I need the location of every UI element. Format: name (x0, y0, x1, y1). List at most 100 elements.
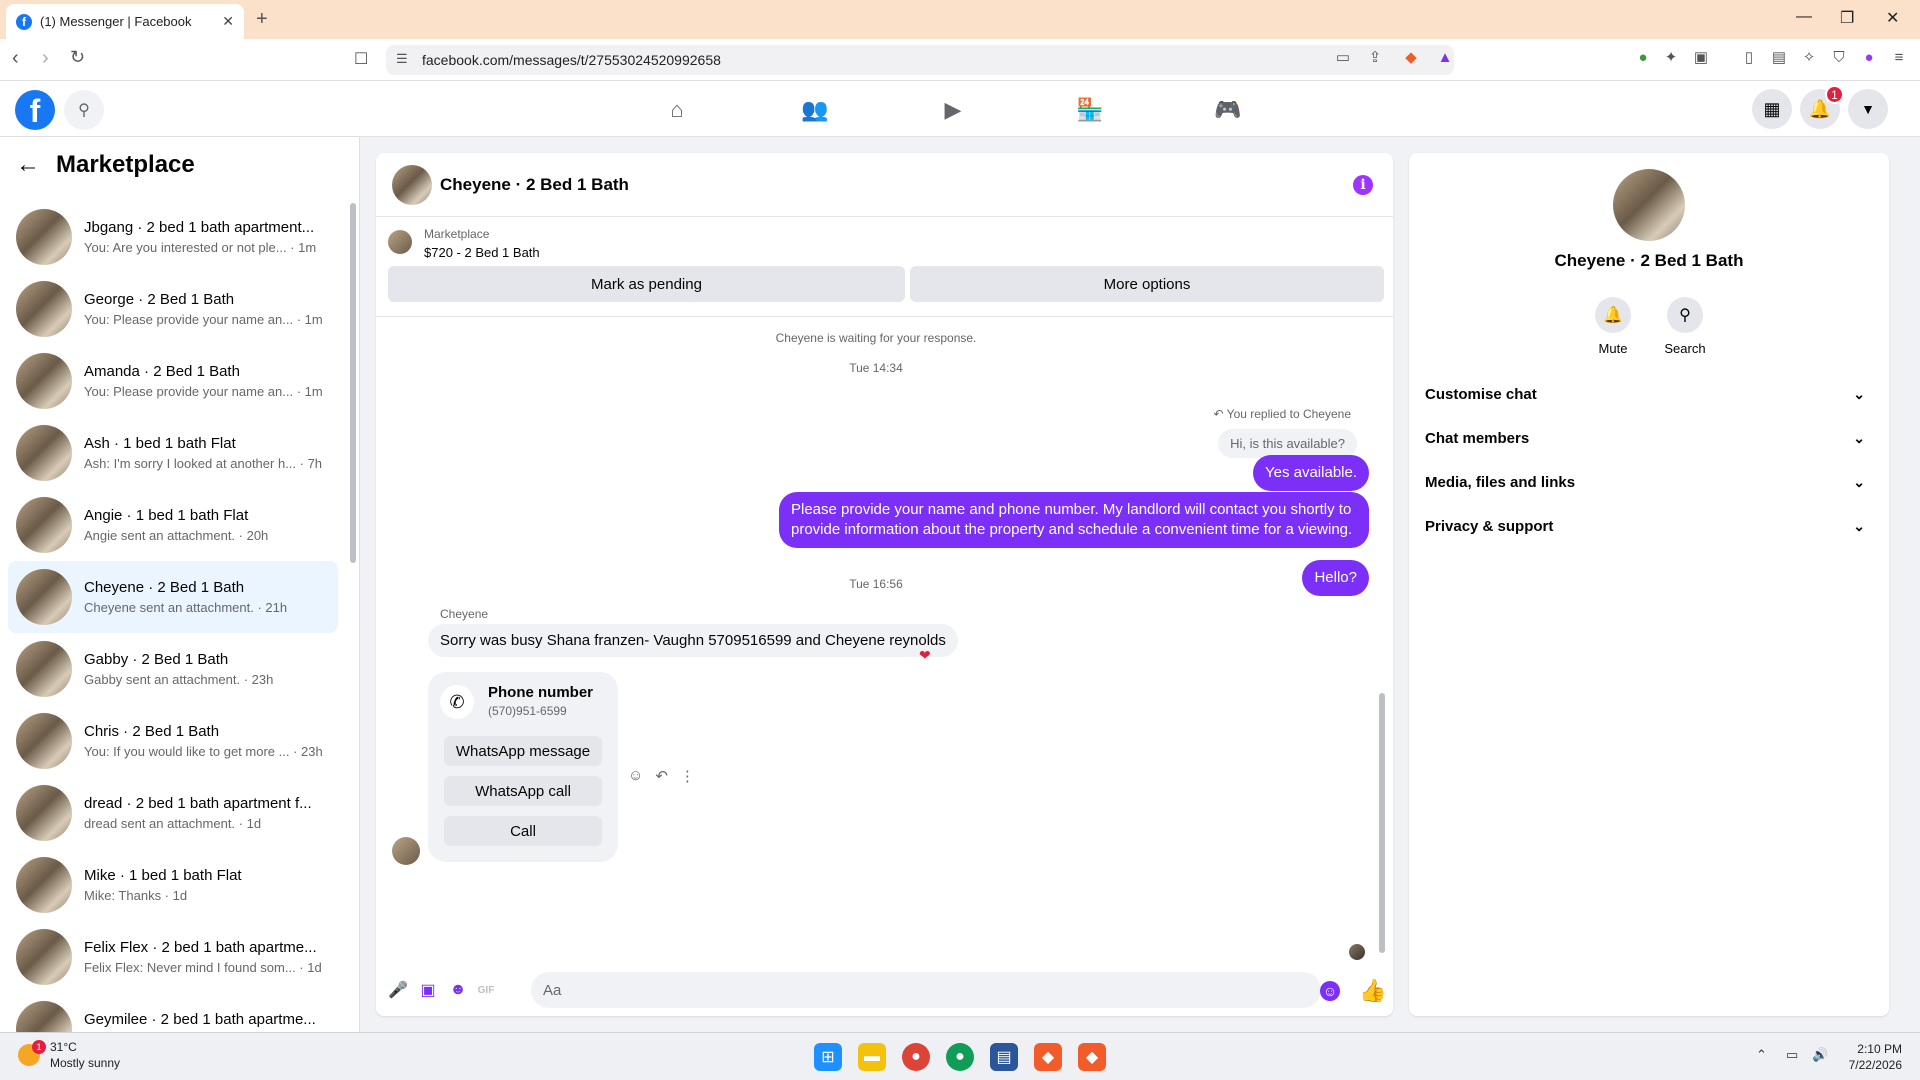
whatsapp-message-button[interactable]: WhatsApp message (444, 736, 602, 766)
brave-rewards-icon[interactable]: ▲ (1436, 49, 1454, 67)
sidebar-toggle-icon[interactable]: ▯ (1740, 49, 1758, 67)
privacy-support-section[interactable]: Privacy & support ⌄ (1425, 504, 1873, 548)
brave-icon[interactable]: ◆ (1034, 1043, 1062, 1071)
message-input[interactable]: Aa (531, 972, 1321, 1008)
gif-icon[interactable]: GIF (476, 980, 496, 1000)
tab-close-icon[interactable]: ✕ (222, 13, 234, 30)
heart-reaction-icon[interactable]: ❤ (919, 647, 931, 664)
weather-widget[interactable]: 1 31°C Mostly sunny (18, 1039, 120, 1071)
notifications-icon[interactable]: 🔔 1 (1800, 85, 1844, 129)
address-bar[interactable]: ☰ facebook.com/messages/t/27553024520992… (386, 45, 1454, 75)
conversation-item[interactable]: Mike · 1 bed 1 bath Flat Mike: Thanks · 1… (8, 849, 338, 921)
cast-icon[interactable]: ▭ (1334, 49, 1352, 67)
tray-chevron-icon[interactable]: ⌃ (1756, 1047, 1767, 1063)
close-window-icon[interactable]: ✕ (1886, 8, 1899, 28)
conversation-item[interactable]: Felix Flex · 2 bed 1 bath apartme... Feli… (8, 921, 338, 993)
chat-avatar[interactable] (392, 164, 432, 205)
message-scroll-thumb[interactable] (1379, 693, 1385, 953)
conversation-item[interactable]: George · 2 Bed 1 Bath You: Please provide… (8, 273, 338, 345)
search-icon[interactable]: ⚲ (64, 90, 104, 130)
conversation-item[interactable]: Ash · 1 bed 1 bath Flat Ash: I'm sorry I … (8, 417, 338, 489)
browser-tab[interactable]: f (1) Messenger | Facebook ✕ (6, 4, 244, 39)
notepad-icon[interactable]: ▤ (990, 1043, 1018, 1071)
site-info-icon[interactable]: ☰ (396, 51, 408, 67)
quoted-message[interactable]: Hi, is this available? (1218, 429, 1357, 458)
chat-title[interactable]: Cheyene · 2 Bed 1 Bath (440, 175, 629, 195)
system-clock[interactable]: 2:10 PM 7/22/2026 (1849, 1041, 1902, 1073)
listing-thumbnail[interactable] (388, 230, 412, 254)
incoming-message[interactable]: Sorry was busy Shana franzen- Vaughn 570… (428, 624, 958, 657)
conversation-item[interactable]: Amanda · 2 Bed 1 Bath You: Please provide… (8, 345, 338, 417)
conversation-item[interactable]: Cheyene · 2 Bed 1 Bath Cheyene sent an at… (8, 561, 338, 633)
vpn-icon[interactable]: ⛉ (1830, 49, 1848, 67)
customise-chat-section[interactable]: Customise chat ⌄ (1425, 372, 1873, 416)
sidebar-scroll-thumb[interactable] (350, 203, 356, 563)
sender-avatar[interactable] (392, 837, 420, 865)
media-files-section[interactable]: Media, files and links ⌄ (1425, 460, 1873, 504)
file-explorer-icon[interactable]: ▬ (858, 1043, 886, 1071)
whatsapp-call-button[interactable]: WhatsApp call (444, 776, 602, 806)
thumbs-up-icon[interactable]: 👍 (1359, 978, 1386, 1004)
search-conversation-button[interactable]: ⚲ Search (1650, 297, 1720, 356)
forward-icon[interactable]: › (42, 47, 49, 70)
conversation-snippet: Gabby sent an attachment. · 23h (84, 672, 274, 687)
conversation-item[interactable]: Jbgang · 2 bed 1 bath apartment... You: A… (8, 201, 338, 273)
new-tab-button[interactable]: + (256, 8, 268, 31)
sticker-icon[interactable]: ☻ (448, 980, 468, 1000)
conversation-item[interactable]: Gabby · 2 Bed 1 Bath Gabby sent an attach… (8, 633, 338, 705)
reload-icon[interactable]: ↻ (70, 47, 85, 68)
volume-icon[interactable]: 🔊 (1812, 1047, 1828, 1063)
network-icon[interactable]: ▭ (1786, 1047, 1798, 1063)
listing-price[interactable]: $720 - 2 Bed 1 Bath (424, 245, 540, 260)
puzzle-icon[interactable]: ✦ (1662, 49, 1680, 67)
react-icon[interactable]: ☺ (628, 767, 643, 785)
brave-shield-icon[interactable]: ◆ (1402, 49, 1420, 67)
emoji-icon[interactable]: ☺ (1320, 981, 1340, 1001)
info-icon[interactable]: i (1353, 175, 1373, 195)
conversation-item[interactable]: Angie · 1 bed 1 bath Flat Angie sent an a… (8, 489, 338, 561)
chrome-icon[interactable]: ● (902, 1043, 930, 1071)
profile-icon[interactable]: ● (1860, 49, 1878, 67)
outgoing-message[interactable]: Yes available. (1252, 455, 1369, 491)
bookmark-icon[interactable]: ☐ (354, 49, 368, 69)
home-icon[interactable]: ⌂ (662, 95, 692, 125)
share-icon[interactable]: ⇪ (1366, 49, 1384, 67)
call-button[interactable]: Call (444, 816, 602, 846)
start-icon[interactable]: ⊞ (814, 1043, 842, 1071)
maximize-icon[interactable]: ❐ (1840, 8, 1854, 28)
screenshot-icon[interactable]: ▣ (1692, 49, 1710, 67)
conversation-item[interactable]: dread · 2 bed 1 bath apartment f... dread… (8, 777, 338, 849)
back-icon[interactable]: ‹ (12, 47, 19, 70)
conversation-item[interactable]: Chris · 2 Bed 1 Bath You: If you would li… (8, 705, 338, 777)
conversation-item[interactable]: Geymilee · 2 bed 1 bath apartme...Geymil… (8, 993, 338, 1032)
photo-icon[interactable]: ▣ (418, 980, 438, 1000)
back-arrow-icon[interactable]: ← (16, 151, 40, 179)
mute-button[interactable]: 🔔 Mute (1578, 297, 1648, 356)
section-label: Chat members (1425, 429, 1530, 447)
conversation-snippet: Mike: Thanks · 1d (84, 888, 188, 903)
message-scrollbar[interactable] (1377, 317, 1387, 957)
gaming-icon[interactable]: 🎮 (1213, 95, 1243, 125)
minimize-icon[interactable]: — (1796, 8, 1812, 26)
wallet-icon[interactable]: ▤ (1770, 49, 1788, 67)
chrome-profile-icon[interactable]: ● (946, 1043, 974, 1071)
account-dropdown-icon[interactable]: ▼ (1848, 89, 1888, 129)
menu-icon[interactable]: ≡ (1890, 49, 1908, 67)
microphone-icon[interactable]: 🎤 (388, 980, 408, 1000)
outgoing-message[interactable]: Please provide your name and phone numbe… (779, 492, 1369, 548)
profile-avatar[interactable] (1613, 169, 1685, 241)
brave-active-icon[interactable]: ◆ (1078, 1043, 1106, 1071)
more-options-button[interactable]: More options (910, 266, 1384, 302)
marketplace-icon[interactable]: 🏪 (1075, 95, 1105, 125)
more-icon[interactable]: ⋮ (680, 767, 695, 785)
chat-members-section[interactable]: Chat members ⌄ (1425, 416, 1873, 460)
video-icon[interactable]: ▶ (938, 95, 968, 125)
facebook-logo-icon[interactable]: f (15, 90, 55, 130)
friends-icon[interactable]: 👥 (800, 95, 830, 125)
menu-grid-icon[interactable]: ▦ (1752, 89, 1792, 129)
extension-icon[interactable]: ● (1634, 49, 1652, 67)
leo-icon[interactable]: ✧ (1800, 49, 1818, 67)
reply-icon[interactable]: ↶ (655, 767, 668, 785)
sidebar-scrollbar[interactable] (349, 193, 357, 1027)
mark-pending-button[interactable]: Mark as pending (388, 266, 905, 302)
